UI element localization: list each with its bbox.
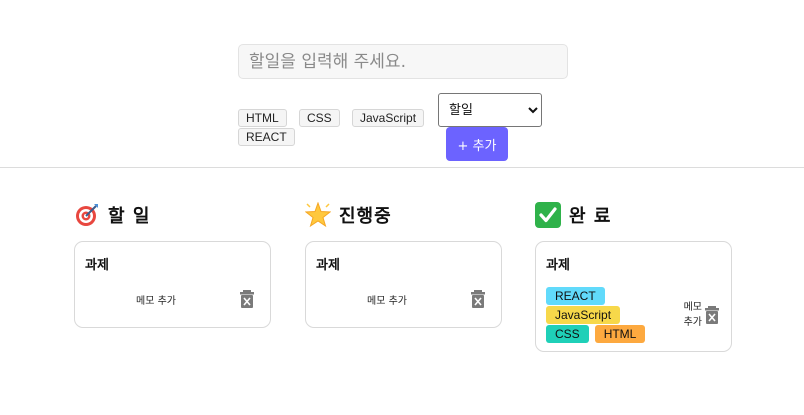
task-card[interactable]: 과제 메모 추가 <box>74 241 271 328</box>
column-header: 완 료 <box>535 200 732 230</box>
task-input[interactable] <box>238 44 568 79</box>
task-card[interactable]: 과제 REACT JavaScript CSS HTML 메모 추가 <box>535 241 732 352</box>
memo-label-line1: 메모 <box>683 302 702 313</box>
column-in-progress: 진행중 과제 메모 추가 <box>305 200 502 328</box>
tag-javascript-button[interactable]: JavaScript <box>352 109 425 127</box>
trash-icon[interactable] <box>240 290 254 308</box>
trash-icon[interactable] <box>471 290 485 308</box>
add-memo-button[interactable]: 메모 추가 <box>136 292 176 307</box>
tag-chip-javascript: JavaScript <box>546 306 621 324</box>
tag-html-button[interactable]: HTML <box>238 109 287 127</box>
column-title: 완 료 <box>569 206 612 227</box>
trash-icon[interactable] <box>705 306 719 324</box>
card-title: 과제 <box>316 258 340 273</box>
tag-chip-html: HTML <box>594 325 646 343</box>
memo-label-line2: 추가 <box>683 317 702 328</box>
add-task-button[interactable]: + 추가 <box>446 127 508 161</box>
column-title: 진행중 <box>339 206 392 227</box>
card-tag-list: REACT JavaScript CSS HTML <box>546 287 658 343</box>
card-title: 과제 <box>546 258 570 273</box>
column-done: 완 료 과제 REACT JavaScript CSS HTML 메모 추가 <box>535 200 732 352</box>
task-card[interactable]: 과제 메모 추가 <box>305 241 502 328</box>
column-todo: 할 일 과제 메모 추가 <box>74 200 271 328</box>
add-memo-button[interactable]: 메모 추가 <box>684 300 702 330</box>
tag-react-button[interactable]: REACT <box>238 128 295 146</box>
check-mark-icon <box>535 202 561 228</box>
dart-icon <box>76 204 98 226</box>
tag-chip-css: CSS <box>546 325 589 343</box>
tag-chip-react: REACT <box>546 287 605 305</box>
status-select[interactable]: 할일 <box>438 93 542 127</box>
column-header: 할 일 <box>74 200 271 230</box>
tag-css-button[interactable]: CSS <box>299 109 340 127</box>
card-title: 과제 <box>85 258 109 273</box>
column-title: 할 일 <box>108 206 151 227</box>
divider <box>0 167 804 168</box>
glowing-star-icon <box>305 202 331 228</box>
column-header: 진행중 <box>305 200 502 230</box>
add-memo-button[interactable]: 메모 추가 <box>367 292 407 307</box>
